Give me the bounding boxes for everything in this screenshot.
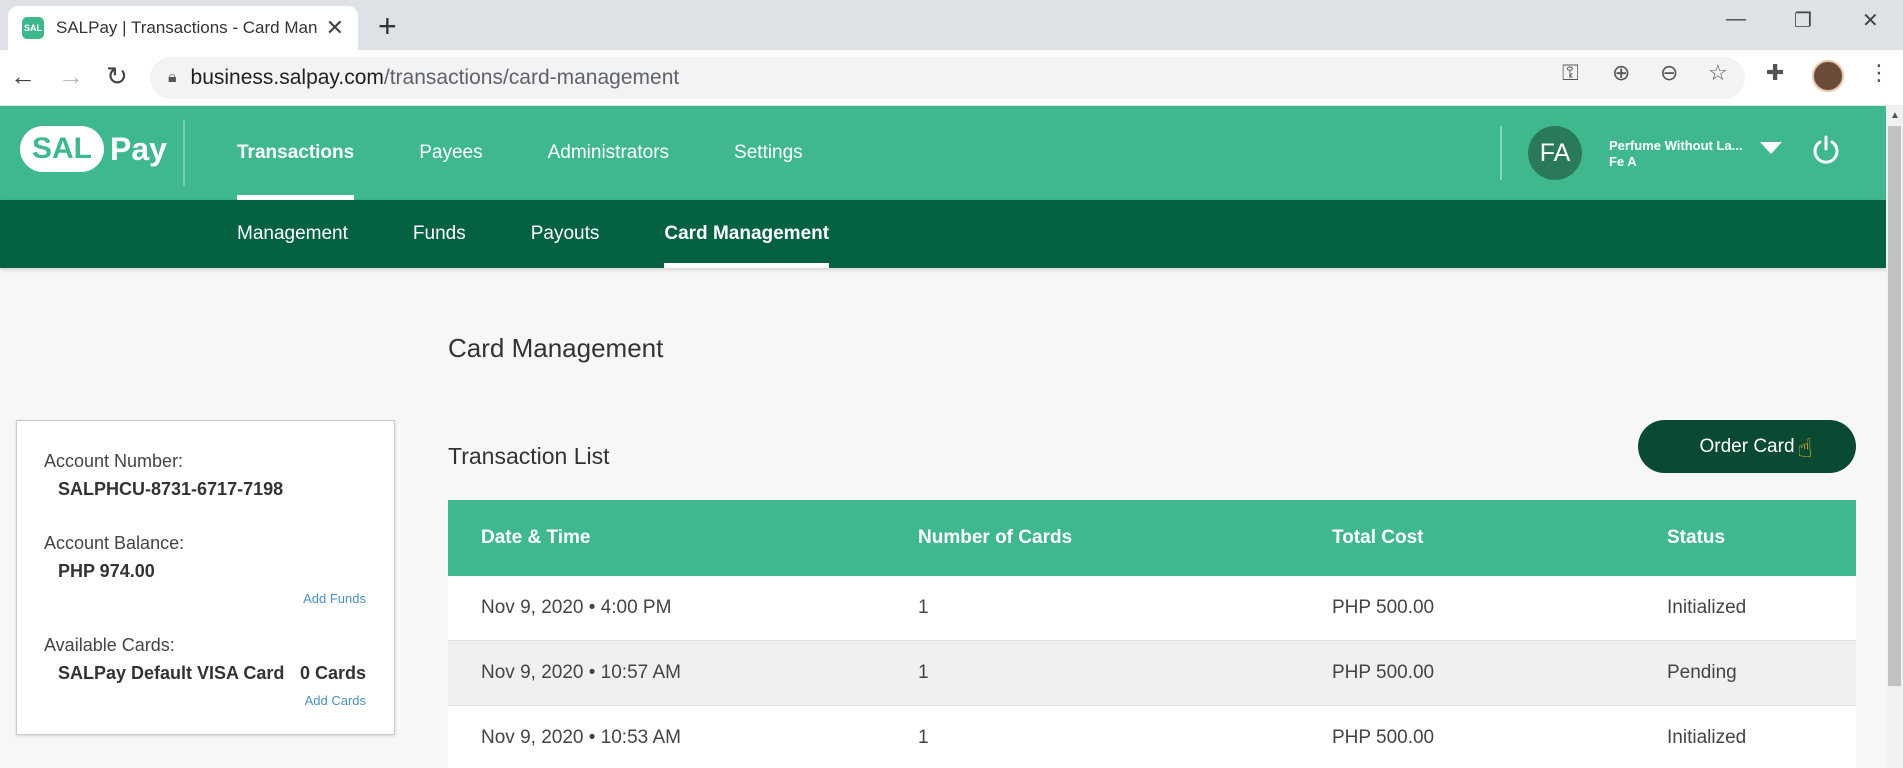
cell-status: Pending xyxy=(1667,662,1737,683)
salpay-favicon-icon: SAL xyxy=(22,17,44,39)
zoom-out-icon[interactable]: ⊖ xyxy=(1660,60,1678,86)
subnav-card-management[interactable]: Card Management xyxy=(664,200,829,268)
key-icon[interactable]: ⚿ xyxy=(1562,60,1579,86)
cell-date-time: Nov 9, 2020 • 4:00 PM xyxy=(481,597,672,618)
extensions-icon[interactable]: ✚ xyxy=(1766,60,1784,86)
url-host: business.salpay.com xyxy=(190,66,384,89)
user-sub-name[interactable]: Fe A xyxy=(1609,154,1637,169)
url-path: /transactions/card-management xyxy=(383,66,680,89)
reload-icon[interactable]: ↻ xyxy=(106,63,128,89)
order-card-button[interactable]: Order Card xyxy=(1638,420,1856,473)
browser-tabstrip: SAL SALPay | Transactions - Card Man ✕ +… xyxy=(0,0,1903,50)
cell-number-of-cards: 1 xyxy=(918,662,929,683)
restore-icon[interactable]: ❐ xyxy=(1794,8,1812,33)
add-cards-link[interactable]: Add Cards xyxy=(305,693,366,708)
cell-date-time: Nov 9, 2020 • 10:53 AM xyxy=(481,727,681,748)
header-divider xyxy=(183,120,185,186)
table-row[interactable]: Nov 9, 2020 • 10:57 AM 1 PHP 500.00 Pend… xyxy=(448,641,1856,706)
cell-number-of-cards: 1 xyxy=(918,597,929,618)
hand-cursor-icon: ☝ xyxy=(1797,433,1813,463)
bookmark-star-icon[interactable]: ☆ xyxy=(1708,60,1728,86)
cell-total-cost: PHP 500.00 xyxy=(1332,597,1435,618)
page-scrollbar[interactable]: ▲ xyxy=(1886,106,1903,768)
table-row[interactable]: Nov 9, 2020 • 4:00 PM 1 PHP 500.00 Initi… xyxy=(448,576,1856,641)
subnav-payouts[interactable]: Payouts xyxy=(531,200,600,268)
app-header: SAL Pay Transactions Payees Administrato… xyxy=(0,106,1903,200)
account-number-label: Account Number: xyxy=(44,451,184,471)
header-divider-right xyxy=(1500,126,1502,180)
header-status[interactable]: Status xyxy=(1667,527,1725,549)
section-title: Transaction List xyxy=(448,443,610,469)
header-total-cost[interactable]: Total Cost xyxy=(1332,527,1423,549)
available-cards-count: 0 Cards xyxy=(299,663,366,683)
cell-number-of-cards: 1 xyxy=(918,727,929,748)
browser-toolbar: ← → ↻ 🔒︎ business.salpay.com/transaction… xyxy=(0,50,1903,106)
tab-title: SALPay | Transactions - Card Man xyxy=(56,18,318,37)
scrollbar-thumb[interactable] xyxy=(1888,126,1901,686)
nav-payees[interactable]: Payees xyxy=(419,106,482,200)
account-summary-card: Account Number: SALPHCU-8731-6717-7198 A… xyxy=(16,420,395,735)
back-icon[interactable]: ← xyxy=(10,63,36,89)
main-nav: Transactions Payees Administrators Setti… xyxy=(237,106,868,200)
install-icon[interactable]: ⊕ xyxy=(1612,60,1630,86)
cell-total-cost: PHP 500.00 xyxy=(1332,662,1435,683)
browser-tab[interactable]: SAL SALPay | Transactions - Card Man ✕ xyxy=(8,6,358,50)
user-name[interactable]: Perfume Without La... xyxy=(1609,138,1743,153)
transaction-table: Date & Time Number of Cards Total Cost S… xyxy=(448,500,1856,768)
account-balance-label: Account Balance: xyxy=(44,533,185,553)
table-row[interactable]: Nov 9, 2020 • 10:53 AM 1 PHP 500.00 Init… xyxy=(448,706,1856,768)
new-tab-icon[interactable]: + xyxy=(378,8,397,45)
header-date-time[interactable]: Date & Time xyxy=(481,527,590,549)
page-title: Card Management xyxy=(448,333,664,363)
user-avatar[interactable]: FA xyxy=(1528,126,1582,180)
table-header: Date & Time Number of Cards Total Cost S… xyxy=(448,500,1856,576)
user-menu-caret-icon[interactable] xyxy=(1760,142,1782,154)
close-tab-icon[interactable]: ✕ xyxy=(326,17,344,39)
address-bar[interactable]: 🔒︎ business.salpay.com/transactions/card… xyxy=(150,57,1745,99)
minimize-icon[interactable]: — xyxy=(1726,8,1746,31)
add-funds-link[interactable]: Add Funds xyxy=(303,591,366,606)
nav-transactions[interactable]: Transactions xyxy=(237,106,355,200)
subnav-funds[interactable]: Funds xyxy=(413,200,466,268)
available-cards-name: SALPay Default VISA Card xyxy=(58,663,285,683)
cell-date-time: Nov 9, 2020 • 10:57 AM xyxy=(481,662,681,683)
logo-sal: SAL xyxy=(20,126,104,172)
account-number-value: SALPHCU-8731-6717-7198 xyxy=(58,479,284,499)
power-icon[interactable] xyxy=(1810,134,1842,166)
profile-avatar-icon[interactable] xyxy=(1812,60,1844,92)
scroll-up-icon[interactable]: ▲ xyxy=(1890,110,1900,121)
cell-status: Initialized xyxy=(1667,727,1747,748)
close-window-icon[interactable]: ✕ xyxy=(1862,8,1879,33)
available-cards-label: Available Cards: xyxy=(44,635,175,655)
sub-nav: Management Funds Payouts Card Management xyxy=(0,200,1903,268)
account-balance-value: PHP 974.00 xyxy=(58,561,155,581)
menu-kebab-icon[interactable]: ⋮ xyxy=(1868,60,1890,86)
forward-icon[interactable]: → xyxy=(58,63,84,89)
logo-pay: Pay xyxy=(110,130,167,167)
cell-status: Initialized xyxy=(1667,597,1747,618)
nav-administrators[interactable]: Administrators xyxy=(548,106,669,200)
cell-total-cost: PHP 500.00 xyxy=(1332,727,1435,748)
subnav-management[interactable]: Management xyxy=(237,200,348,268)
nav-settings[interactable]: Settings xyxy=(734,106,803,200)
header-number-of-cards[interactable]: Number of Cards xyxy=(918,527,1072,549)
salpay-logo[interactable]: SAL Pay xyxy=(20,126,167,172)
lock-icon[interactable]: 🔒︎ xyxy=(168,69,177,87)
